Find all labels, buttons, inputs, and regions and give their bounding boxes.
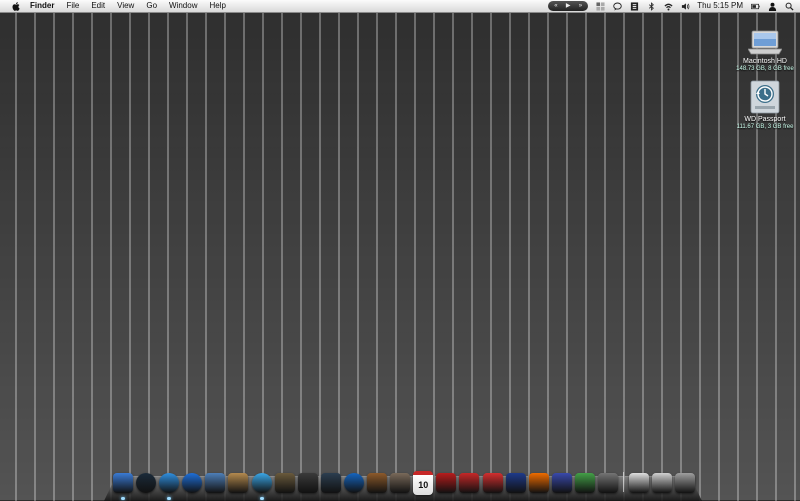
itunes-icon — [251, 473, 272, 493]
system-preferences-dock-item[interactable] — [597, 472, 619, 494]
menu-view[interactable]: View — [111, 0, 140, 12]
finder-dock-item[interactable] — [112, 472, 134, 500]
desktop-icon-label: WD Passport — [744, 116, 786, 123]
garageband-dock-item[interactable] — [366, 472, 388, 494]
pencil-app-dock-item[interactable] — [551, 472, 573, 494]
ichat-dock-item[interactable] — [181, 472, 203, 494]
iphoto-icon — [274, 473, 295, 493]
front-row-icon — [436, 473, 457, 493]
applications-folder-icon — [652, 473, 673, 493]
spaces-icon[interactable] — [595, 1, 605, 11]
ical-icon: 10 — [413, 471, 434, 495]
podcast-dock-item[interactable] — [528, 472, 550, 494]
user-icon[interactable] — [767, 1, 777, 11]
dock-separator — [620, 472, 626, 494]
wifi-icon[interactable] — [663, 1, 673, 11]
menu-window[interactable]: Window — [163, 0, 203, 12]
speech-bubble-icon[interactable] — [612, 1, 622, 11]
applications-folder-dock-item[interactable] — [651, 472, 673, 494]
chart-app-dock-item[interactable] — [574, 472, 596, 494]
preview-icon — [205, 473, 226, 493]
trash-icon — [675, 473, 696, 493]
imovie-dock-item[interactable] — [320, 472, 342, 494]
volume-icon[interactable] — [680, 1, 690, 11]
system-preferences-icon — [597, 473, 618, 493]
spotlight-search-icon[interactable] — [784, 1, 794, 11]
menu-app-name[interactable]: Finder — [30, 0, 60, 12]
desktop-icon-capacity: 111.67 GB, 3 GB free — [736, 124, 794, 130]
desktop-icon-capacity: 148.73 GB, 8 GB free — [736, 66, 794, 72]
finder-icon — [113, 473, 133, 493]
imovie-icon — [320, 473, 341, 493]
dvd-player-icon — [459, 473, 480, 493]
chart-app-icon — [574, 473, 595, 493]
next-track-icon[interactable]: » — [579, 0, 582, 12]
safari-dock-item[interactable] — [158, 472, 180, 500]
redundant-app-icon — [482, 473, 503, 493]
time-machine-dock-icon — [136, 473, 157, 493]
photo-booth-icon — [390, 473, 411, 493]
battery-icon[interactable] — [750, 1, 760, 11]
desktop-icon-macintosh-hd[interactable]: Macintosh HD 148.73 GB, 8 GB free — [730, 22, 800, 73]
media-controls[interactable]: « ▶ » — [548, 0, 589, 12]
pencil-app-icon — [551, 473, 572, 493]
ichat-icon — [182, 473, 203, 493]
time-machine-dock-dock-item[interactable] — [135, 472, 157, 494]
document-dock-item[interactable] — [628, 472, 650, 494]
desktop-icon-label: Macintosh HD — [743, 58, 787, 65]
idvd-dock-item[interactable] — [343, 472, 365, 494]
idvd-icon — [343, 473, 364, 493]
iphoto-dock-item[interactable] — [274, 472, 296, 494]
address-book-icon — [228, 473, 249, 493]
preview-dock-item[interactable] — [204, 472, 226, 494]
trash-dock-item[interactable] — [674, 472, 696, 494]
menu-edit[interactable]: Edit — [85, 0, 111, 12]
desktop-icon-wd-passport[interactable]: WD Passport 111.67 GB, 3 GB free — [730, 80, 800, 131]
garageband-icon — [367, 473, 388, 493]
play-icon[interactable]: ▶ — [566, 0, 571, 12]
ical-dock-item[interactable]: 10 — [412, 471, 434, 495]
dvd-player-dock-item[interactable] — [458, 472, 480, 494]
redundant-app-dock-item[interactable] — [482, 472, 504, 494]
laptop-drive-icon — [748, 22, 782, 56]
transmit-dock-item[interactable] — [505, 472, 527, 494]
podcast-icon — [528, 473, 549, 493]
safari-icon — [159, 473, 180, 493]
apple-menu-icon[interactable] — [11, 0, 21, 12]
menu-clock[interactable]: Thu 5:15 PM — [697, 0, 743, 12]
front-row-dock-item[interactable] — [435, 472, 457, 494]
dock: 10 — [112, 468, 697, 500]
itunes-dock-item[interactable] — [251, 472, 273, 500]
address-book-dock-item[interactable] — [227, 472, 249, 494]
previous-track-icon[interactable]: « — [554, 0, 557, 12]
menu-help[interactable]: Help — [203, 0, 231, 12]
utility-dock-item[interactable] — [297, 472, 319, 494]
menu-extras: « ▶ » Thu 5:15 PM — [548, 0, 794, 12]
menu-bar: Finder File Edit View Go Window Help « ▶… — [0, 0, 800, 13]
document-icon — [629, 473, 650, 493]
photo-booth-dock-item[interactable] — [389, 472, 411, 494]
bluetooth-icon[interactable] — [646, 1, 656, 11]
menu-file[interactable]: File — [60, 0, 85, 12]
script-menu-icon[interactable] — [629, 1, 639, 11]
menu-bar-left: Finder File Edit View Go Window Help — [0, 0, 232, 12]
utility-icon — [297, 473, 318, 493]
time-machine-drive-icon — [748, 80, 782, 114]
menu-go[interactable]: Go — [140, 0, 163, 12]
transmit-icon — [505, 473, 526, 493]
